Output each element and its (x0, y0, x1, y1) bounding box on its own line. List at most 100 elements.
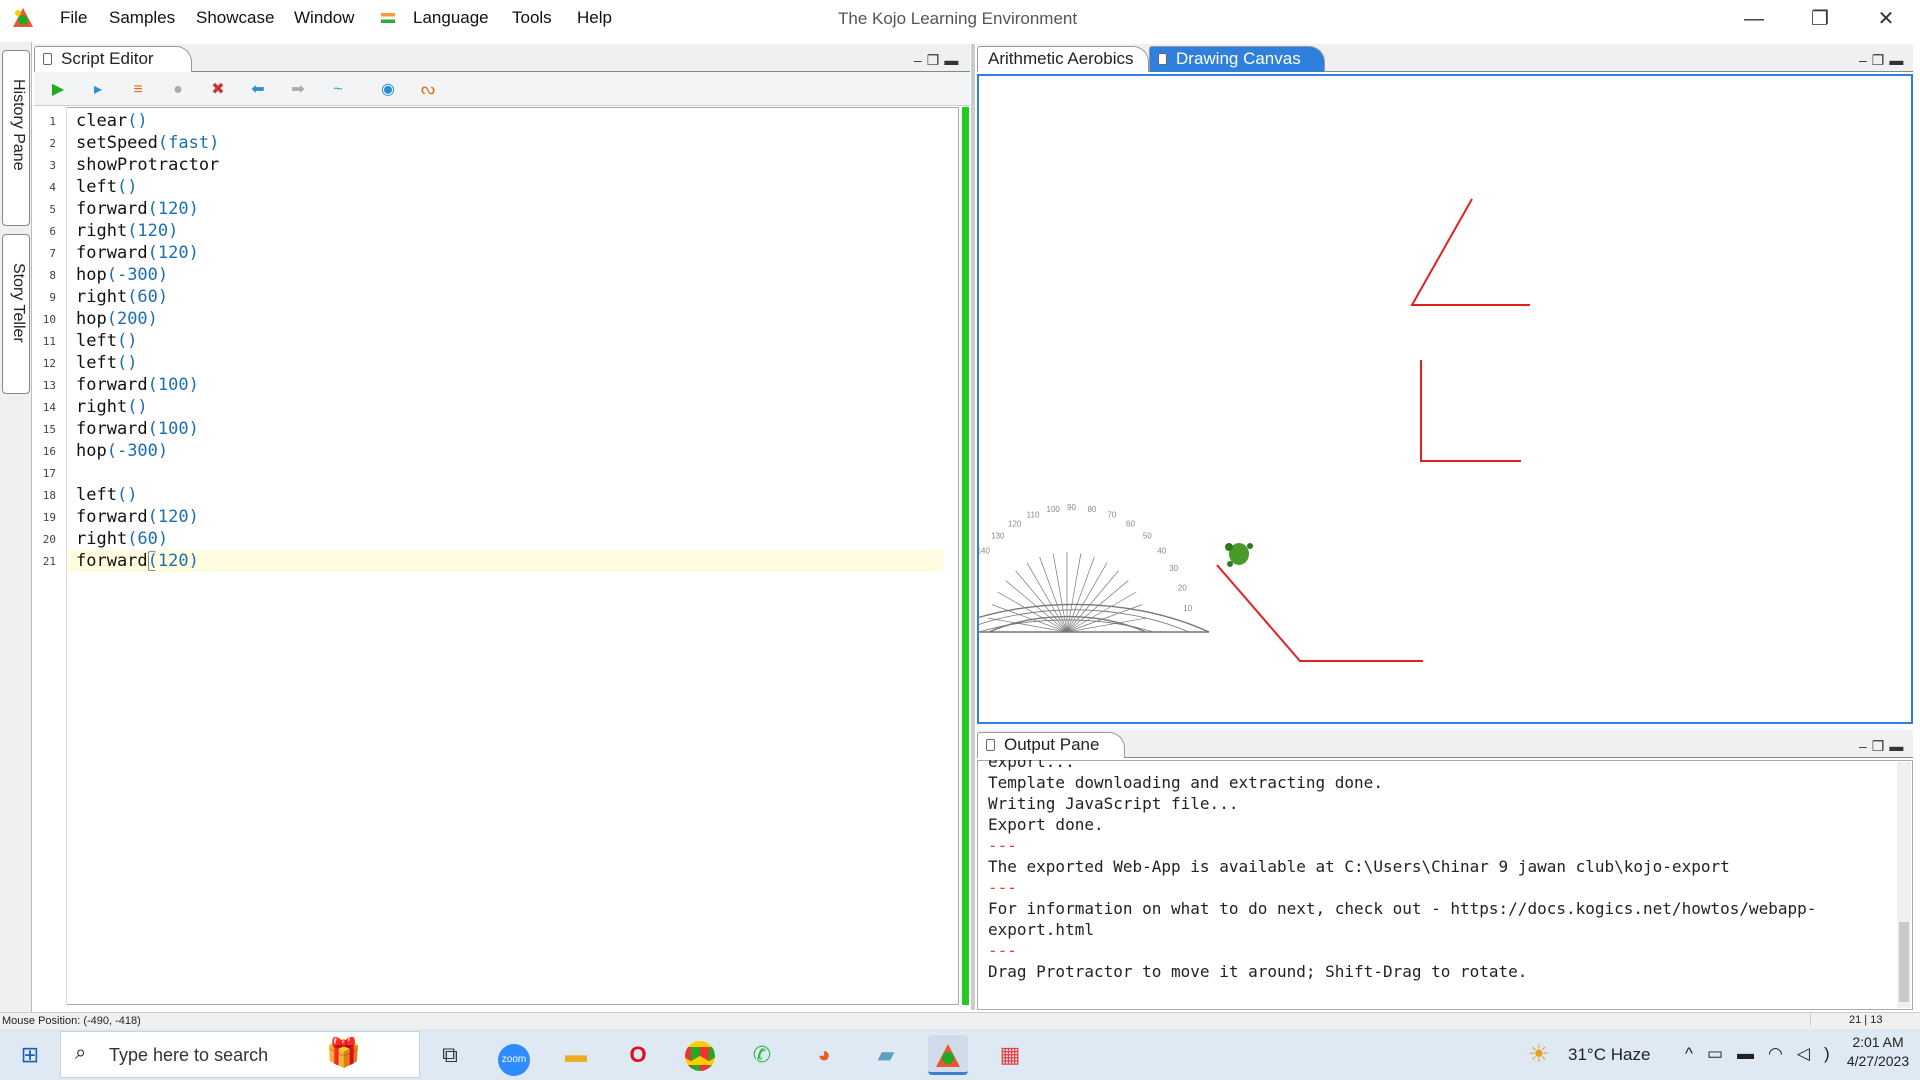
code-argument: (-300) (106, 441, 169, 461)
pane-window-controls[interactable]: –❐▬ (1859, 52, 1909, 68)
maximize-button[interactable]: ❐ (1797, 4, 1843, 34)
stop-icon[interactable]: ● (167, 80, 189, 100)
back-icon[interactable]: ⬅ (247, 80, 269, 100)
code-function: clear (76, 111, 128, 131)
protractor[interactable]: 1020304050607080901001101201301401501601… (938, 503, 1210, 634)
pane-window-controls[interactable]: –❐▬ (914, 52, 964, 68)
code-argument: (120) (147, 507, 199, 527)
kojo-icon[interactable]: ᔓ (417, 80, 439, 100)
zoom-icon[interactable]: zoom (494, 1035, 534, 1076)
line-number: 6 (49, 225, 56, 238)
forward-icon[interactable]: ➡ (287, 80, 309, 100)
windows-start-icon[interactable]: ⊞ (10, 1035, 50, 1075)
code-function: left (76, 353, 117, 373)
output-scrollbar[interactable] (1897, 762, 1911, 1008)
menu-file[interactable]: File (60, 8, 87, 28)
run-worksheet-icon[interactable]: ▸ (87, 80, 109, 100)
menu-showcase[interactable]: Showcase (196, 8, 274, 28)
file-explorer-icon[interactable]: ▬ (556, 1035, 596, 1075)
opera-icon[interactable]: O (618, 1035, 658, 1075)
output-pane-header: Output Pane –❐▬ (977, 730, 1913, 758)
search-highlight-icon: 🎁 (326, 1037, 361, 1068)
line-number: 9 (49, 291, 56, 304)
menu-tools[interactable]: Tools (512, 8, 552, 28)
task-view-icon[interactable]: ⧉ (430, 1035, 470, 1075)
clear-icon[interactable]: ✖ (207, 80, 229, 100)
weather-text[interactable]: 31°C Haze (1568, 1045, 1650, 1065)
code-function: left (76, 331, 117, 351)
menu-language[interactable]: Language (413, 8, 489, 28)
menu-window[interactable]: Window (294, 8, 354, 28)
tab-drawing-canvas[interactable]: Drawing Canvas (1149, 46, 1325, 72)
script-editor-tab[interactable]: Script Editor (34, 46, 192, 72)
store-icon[interactable]: ▦ (990, 1035, 1030, 1075)
code-function: forward (76, 375, 148, 395)
menu-help[interactable]: Help (577, 8, 612, 28)
language-flag-icon (381, 13, 395, 23)
tab-arithmetic-aerobics[interactable]: Arithmetic Aerobics (977, 46, 1149, 72)
protractor-label: 50 (1143, 532, 1152, 541)
chrome-icon[interactable] (680, 1035, 720, 1075)
window-title: The Kojo Learning Environment (838, 9, 1078, 28)
close-button[interactable]: ✕ (1863, 4, 1909, 34)
search-icon: ⌕ (75, 1042, 87, 1064)
pane-window-controls[interactable]: –❐▬ (1859, 738, 1909, 754)
line-number: 17 (42, 467, 56, 480)
code-function: left (76, 177, 117, 197)
code-line: showProtractor (76, 155, 219, 175)
minimize-button[interactable]: — (1731, 4, 1777, 34)
protractor-label: 140 (979, 547, 991, 556)
code-function: right (76, 529, 128, 549)
code-function: hop (76, 265, 107, 285)
script-editor-tab-label: Script Editor (61, 49, 154, 68)
code-argument: () (116, 331, 138, 351)
split-divider[interactable] (971, 44, 975, 1010)
history-pane-tab[interactable]: History Pane (2, 50, 30, 226)
weather-icon: ☀ (1528, 1041, 1550, 1068)
story-teller-label: Story Teller (10, 263, 27, 343)
line-number: 10 (42, 313, 56, 326)
story-teller-tab[interactable]: Story Teller (2, 234, 30, 394)
code-line: right(60) (76, 529, 168, 549)
clock[interactable]: 2:01 AM 4/27/2023 (1842, 1034, 1914, 1069)
notepad-icon[interactable]: ▰ (866, 1035, 906, 1075)
format-icon[interactable]: ~ (327, 80, 349, 100)
history-icon[interactable]: ◉ (377, 80, 399, 100)
code-line: forward(100) (76, 419, 199, 439)
system-tray-icons[interactable]: ^▭▬◠◁) (1685, 1044, 1844, 1064)
bracket-highlight (148, 551, 156, 571)
code-line: forward(120) (76, 551, 199, 571)
line-number: 13 (42, 379, 56, 392)
search-placeholder: Type here to search (109, 1045, 269, 1065)
code-function: right (76, 287, 128, 307)
code-argument: (120) (147, 243, 199, 263)
output-line: The exported Web-App is available at C:\… (988, 857, 1730, 876)
menu-samples[interactable]: Samples (109, 8, 175, 28)
step-icon[interactable]: ≡ (127, 80, 149, 100)
protractor-label: 20 (1178, 583, 1187, 592)
output-pane-tab[interactable]: Output Pane (977, 732, 1125, 758)
whatsapp-icon[interactable]: ✆ (742, 1035, 782, 1075)
output-line: For information on what to do next, chec… (988, 899, 1817, 918)
firefox-icon[interactable]: ◕ (804, 1035, 844, 1075)
code-line: clear() (76, 111, 148, 131)
protractor-label: 40 (1157, 547, 1166, 556)
drawing-canvas[interactable]: 1020304050607080901001101201301401501601… (938, 74, 1913, 724)
code-function: forward (76, 507, 148, 527)
code-function: setSpeed (76, 133, 158, 153)
taskbar-search-box[interactable]: ⌕ Type here to search 🎁 (60, 1031, 420, 1078)
code-line: right(120) (76, 221, 178, 241)
cursor-position: 21 | 13 (1810, 1014, 1882, 1026)
output-line: --- (988, 941, 1017, 960)
output-line: Drag Protractor to move it around; Shift… (988, 962, 1528, 981)
protractor-label: 110 (1027, 510, 1040, 519)
pane-icon (986, 739, 995, 751)
code-line: right() (76, 397, 148, 417)
run-icon[interactable]: ▶ (47, 80, 69, 100)
kojo-taskbar-icon[interactable] (928, 1035, 968, 1075)
line-number: 1 (49, 115, 56, 128)
scrollbar-thumb[interactable] (1899, 922, 1909, 1002)
code-function: right (76, 221, 128, 241)
protractor-label: 80 (1087, 505, 1096, 514)
line-number: 11 (42, 335, 56, 348)
